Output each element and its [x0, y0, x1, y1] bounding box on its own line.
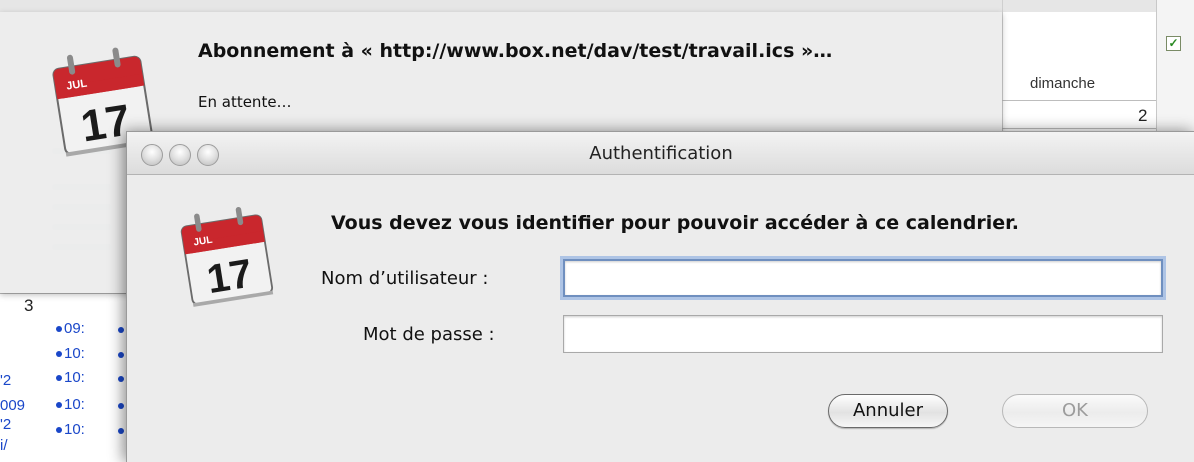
cut-event-label: '2	[0, 372, 12, 389]
event-dot-icon	[118, 428, 124, 434]
calendar-list-pane	[1156, 0, 1194, 138]
ok-button[interactable]: OK	[1002, 394, 1148, 428]
ical-calendar-icon: JUL 17	[173, 200, 283, 315]
event-dot-icon	[56, 427, 62, 434]
event-dot-icon	[118, 376, 124, 382]
password-label: Mot de passe :	[363, 324, 495, 345]
calendar-checkbox[interactable]: ✓	[1166, 36, 1181, 51]
week-grid-right	[1002, 0, 1157, 138]
calendar-event[interactable]: 10:	[56, 396, 124, 413]
event-dot-icon	[118, 327, 124, 333]
day-number: 3	[24, 296, 34, 315]
username-field[interactable]	[563, 259, 1163, 297]
dialog-title: Authentification	[589, 143, 733, 164]
calendar-event[interactable]: 10:	[56, 369, 124, 386]
event-dot-icon	[56, 326, 62, 333]
subscribe-status: En attente…	[198, 93, 292, 111]
grid-divider	[1002, 100, 1156, 101]
calendar-event[interactable]: 09:	[56, 320, 124, 337]
cancel-button[interactable]: Annuler	[828, 394, 948, 428]
subscribe-title: Abonnement à « http://www.box.net/dav/te…	[198, 40, 833, 62]
dialog-titlebar[interactable]: Authentification	[127, 132, 1194, 175]
password-field[interactable]	[563, 315, 1163, 353]
authentication-dialog: Authentification JUL 17 Vous devez vous …	[126, 131, 1194, 462]
event-dot-icon	[118, 352, 124, 358]
event-dot-icon	[56, 351, 62, 358]
cut-event-label: 009	[0, 397, 26, 414]
grid-divider	[1002, 128, 1156, 129]
username-label: Nom d’utilisateur :	[321, 268, 489, 289]
day-header-sunday: dimanche	[1030, 75, 1096, 92]
event-dot-icon	[118, 403, 124, 409]
calendar-event[interactable]: 10:	[56, 345, 124, 362]
cut-event-label: '2	[0, 416, 12, 433]
calendar-event[interactable]: 10:	[56, 421, 124, 438]
cut-event-label: i/	[0, 437, 8, 454]
event-dot-icon	[56, 402, 62, 409]
auth-message: Vous devez vous identifier pour pouvoir …	[331, 212, 1020, 234]
svg-text:17: 17	[204, 250, 256, 302]
event-dot-icon	[56, 375, 62, 382]
day-number: 2	[1138, 106, 1148, 125]
